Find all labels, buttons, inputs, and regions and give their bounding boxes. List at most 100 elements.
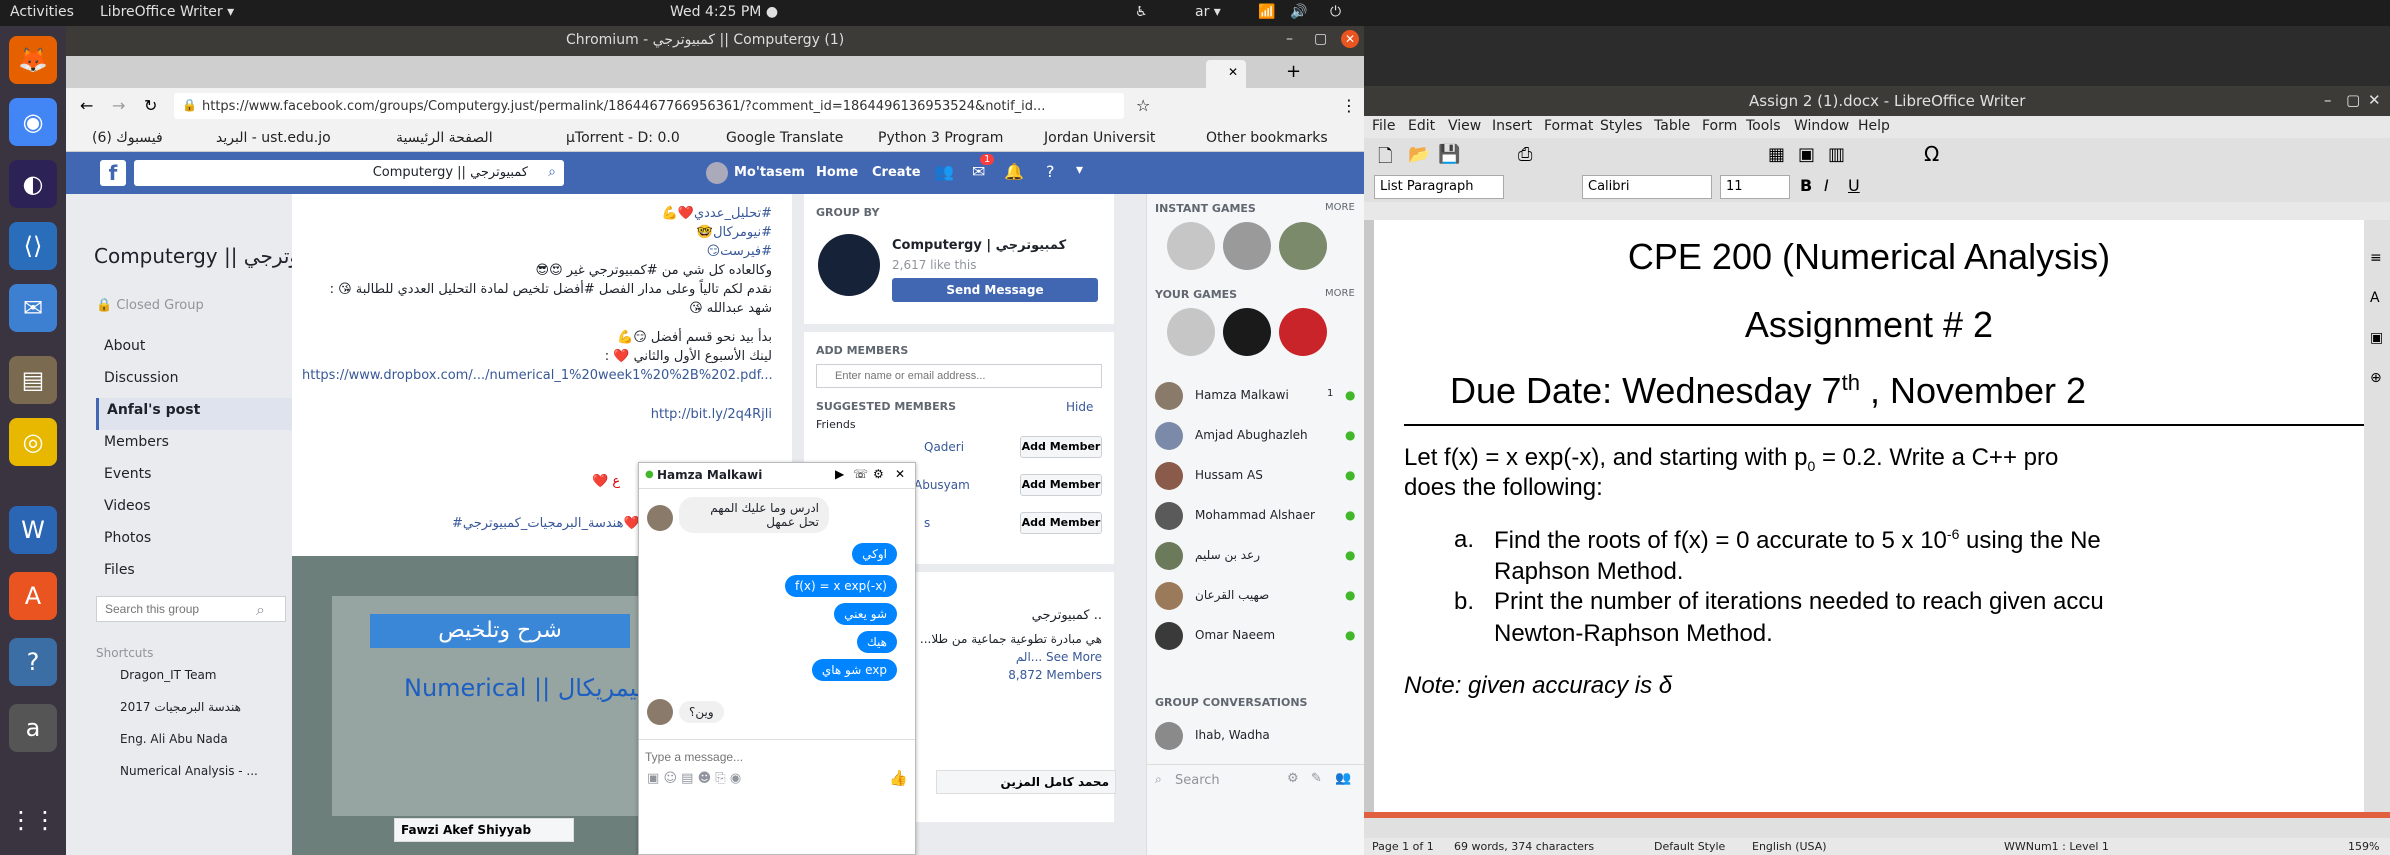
member-count[interactable]: 8,872 Members: [1008, 668, 1102, 682]
emoji-icon[interactable]: ☻: [698, 771, 712, 786]
underline-icon[interactable]: U: [1848, 176, 1860, 195]
special-character-icon[interactable]: Ω: [1924, 142, 1939, 166]
volume-icon[interactable]: 🔊: [1290, 4, 1307, 20]
suggested-name[interactable]: Qaderi: [924, 440, 964, 454]
maximize-button[interactable]: ▢: [1314, 31, 1327, 47]
chat-tab-fawzi[interactable]: Fawzi Akef Shiyyab: [394, 818, 574, 842]
menu-tools[interactable]: Tools: [1746, 118, 1781, 134]
game-thumb[interactable]: [1223, 222, 1271, 270]
gif-icon[interactable]: ▤: [681, 771, 693, 786]
dropbox-link[interactable]: https://www.dropbox.com/.../numerical_1%…: [302, 366, 773, 385]
contact-item[interactable]: Amjad Abughazleh ●: [1147, 414, 1364, 454]
activities-button[interactable]: Activities: [10, 4, 74, 20]
menu-icon[interactable]: ⋮: [1341, 96, 1357, 115]
menu-insert[interactable]: Insert: [1492, 118, 1532, 134]
bookmark-item[interactable]: µTorrent - D: 0.0: [566, 130, 680, 146]
menu-edit[interactable]: Edit: [1408, 118, 1435, 134]
close-button[interactable]: ✕: [2368, 91, 2381, 109]
add-member-button[interactable]: Add Member: [1020, 474, 1102, 496]
help-icon[interactable]: ?: [9, 638, 57, 686]
suggested-name[interactable]: Abusyam: [914, 478, 970, 492]
new-document-icon[interactable]: 🗋: [1378, 144, 1392, 174]
accessibility-icon[interactable]: ♿: [1135, 4, 1148, 20]
chart-icon[interactable]: ▥: [1828, 144, 1845, 165]
back-icon[interactable]: ←: [80, 96, 93, 115]
menu-view[interactable]: View: [1448, 118, 1481, 134]
sticker-icon[interactable]: ☺: [663, 771, 677, 786]
gear-icon[interactable]: ⚙: [873, 467, 884, 481]
amazon-icon[interactable]: a: [9, 704, 57, 752]
table-icon[interactable]: ▦: [1768, 144, 1785, 165]
app-menu[interactable]: LibreOffice Writer ▾: [100, 4, 234, 20]
thunderbird-icon[interactable]: ✉: [9, 284, 57, 332]
active-tab[interactable]: ✕: [1206, 60, 1246, 88]
status-language[interactable]: English (USA): [1752, 840, 1827, 853]
add-member-button[interactable]: Add Member: [1020, 436, 1102, 458]
status-page[interactable]: Page 1 of 1: [1372, 840, 1434, 853]
post-line[interactable]: #نيومركال🤓: [302, 223, 772, 242]
chat-tab-mohammad[interactable]: محمد كامل المزين: [936, 770, 1116, 794]
page-name[interactable]: Computergy | كمبيوترجي: [892, 238, 1066, 253]
menu-file[interactable]: File: [1372, 118, 1395, 134]
menu-table[interactable]: Table: [1654, 118, 1690, 134]
paragraph-style-select[interactable]: List Paragraph: [1374, 175, 1504, 199]
minimize-button[interactable]: –: [2324, 91, 2332, 109]
navigator-icon[interactable]: ⊕: [2370, 370, 2382, 386]
menu-form[interactable]: Form: [1702, 118, 1737, 134]
create-link[interactable]: Create: [872, 165, 921, 180]
facebook-search[interactable]: Computergy || كمبيوترجي ⌕: [134, 160, 564, 186]
page-logo[interactable]: [818, 234, 880, 296]
attach-icon[interactable]: ⎘: [715, 771, 725, 786]
new-tab-button[interactable]: +: [1286, 61, 1301, 82]
bookmark-star-icon[interactable]: ☆: [1136, 96, 1150, 115]
account-menu-icon[interactable]: ▾: [1076, 162, 1083, 178]
shortcut-item[interactable]: Numerical Analysis - ...4: [96, 764, 311, 796]
bitly-link[interactable]: http://bit.ly/2q4Rjli: [302, 405, 772, 424]
print-icon[interactable]: ⎙: [1518, 144, 1532, 165]
writer-icon[interactable]: W: [9, 506, 57, 554]
close-button[interactable]: ✕: [1341, 30, 1359, 48]
software-center-icon[interactable]: A: [9, 572, 57, 620]
open-icon[interactable]: 📂: [1408, 144, 1430, 165]
chat-message-input[interactable]: [645, 745, 907, 769]
avatar[interactable]: [706, 162, 728, 184]
clock[interactable]: Wed 4:25 PM ●: [670, 4, 778, 20]
hide-link[interactable]: Hide: [1066, 400, 1093, 414]
show-apps-icon[interactable]: ⋮⋮⋮: [9, 796, 81, 844]
input-language[interactable]: ar ▾: [1195, 4, 1221, 20]
contact-item[interactable]: رعد بن سليم ●: [1147, 534, 1364, 574]
contact-item[interactable]: Omar Naeem ●: [1147, 614, 1364, 654]
see-more-link[interactable]: الم... See More: [1016, 650, 1102, 664]
font-name-select[interactable]: Calibri: [1582, 175, 1712, 199]
minimize-button[interactable]: –: [1286, 31, 1293, 47]
facebook-logo[interactable]: f: [100, 160, 126, 186]
post-line[interactable]: #فيرست😏: [302, 242, 772, 261]
vscode-icon[interactable]: ⟨⟩: [9, 222, 57, 270]
add-member-input[interactable]: [816, 364, 1102, 388]
shortcut-item[interactable]: Dragon_IT Team1: [96, 668, 311, 700]
menu-styles[interactable]: Styles: [1600, 118, 1642, 134]
group-conversation-item[interactable]: Ihab, Wadha: [1195, 728, 1270, 742]
suggested-name[interactable]: s: [924, 516, 930, 530]
more-link[interactable]: MORE: [1325, 288, 1355, 299]
close-tab-icon[interactable]: ✕: [1228, 65, 1238, 79]
image-icon[interactable]: ▣: [1798, 144, 1815, 165]
contact-item[interactable]: Hamza Malkawi 1 ●: [1147, 374, 1364, 414]
maximize-button[interactable]: ▢: [2346, 91, 2360, 109]
properties-icon[interactable]: ≡: [2370, 250, 2382, 266]
power-icon[interactable]: ⏻: [1330, 4, 1341, 20]
eclipse-icon[interactable]: ◐: [9, 160, 57, 208]
notifications-icon[interactable]: 🔔: [1004, 162, 1024, 181]
bookmark-item[interactable]: Google Translate: [726, 130, 843, 146]
menu-window[interactable]: Window: [1794, 118, 1849, 134]
game-thumb[interactable]: [1223, 308, 1271, 356]
gallery-icon[interactable]: ▣: [2370, 330, 2383, 346]
shortcut-item[interactable]: هندسة البرمجيات 20173: [96, 700, 311, 732]
more-link[interactable]: MORE: [1325, 202, 1355, 213]
friends-icon[interactable]: 👥: [934, 162, 954, 181]
contact-item[interactable]: صهيب القرعان ●: [1147, 574, 1364, 614]
bold-icon[interactable]: B: [1800, 176, 1812, 195]
document-page[interactable]: CPE 200 (Numerical Analysis) Assignment …: [1374, 220, 2364, 812]
home-link[interactable]: Home: [816, 165, 858, 180]
game-thumb[interactable]: [1279, 222, 1327, 270]
